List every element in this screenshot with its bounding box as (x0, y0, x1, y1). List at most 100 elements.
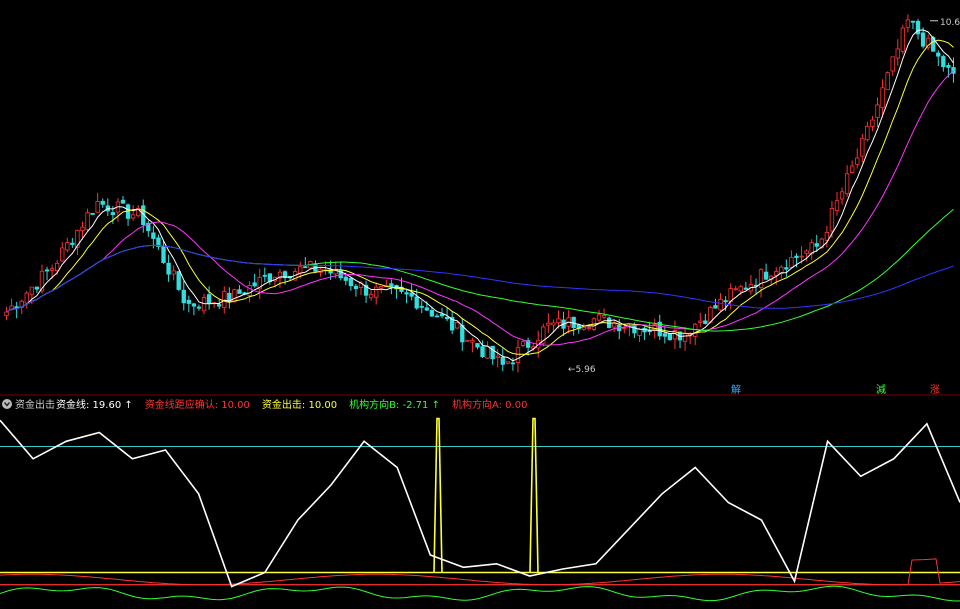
candle-body (475, 343, 480, 348)
candle-body (738, 286, 743, 292)
candle-body (343, 276, 348, 281)
candle-body (490, 345, 495, 360)
candle-body (551, 322, 556, 326)
price-panel[interactable]: 10.68 ←5.96 解 減 涨 (4, 14, 960, 396)
candle-body (54, 262, 60, 271)
candle-body (196, 306, 202, 309)
candle-body (713, 305, 718, 309)
candle-body (455, 322, 460, 329)
ma5-line (6, 29, 954, 362)
candle-body (839, 191, 845, 200)
candle-body (24, 292, 29, 304)
candle-body (890, 56, 895, 72)
candle-body (834, 200, 840, 211)
candle-body (252, 282, 257, 287)
indicator-panel[interactable] (0, 417, 960, 602)
candle-body (632, 324, 637, 334)
candle-body (880, 87, 885, 109)
candle-body (515, 347, 521, 363)
candle-body (379, 286, 384, 289)
candle-body (232, 289, 237, 303)
candle-body (480, 346, 485, 358)
candle-body (176, 271, 181, 290)
candle-body (439, 313, 445, 317)
candle-body (682, 333, 688, 342)
candle-body (941, 56, 946, 68)
candle-body (414, 296, 419, 309)
candle-body (718, 299, 723, 311)
candle-body (920, 32, 926, 47)
stock-chart[interactable]: 10.68 ←5.96 解 減 涨 资金出击 资金线: 19.60 ↑ 资金线距应确认: … (0, 0, 960, 609)
high-price-label: 10.68 (940, 18, 960, 28)
candle-body (743, 287, 749, 290)
candle-body (814, 243, 819, 247)
fund-line (0, 419, 960, 588)
candle-body (895, 48, 900, 59)
inst-b-line (0, 585, 960, 602)
candle-body (120, 199, 126, 204)
candle-body (65, 242, 70, 251)
candle-body (374, 286, 379, 298)
ma10-line (6, 39, 954, 355)
candle-body (556, 318, 561, 324)
signal-label: 減 (876, 383, 886, 396)
candle-body (419, 305, 424, 308)
candle-body (495, 355, 500, 359)
candle-body (758, 269, 764, 288)
candle-body (181, 289, 186, 304)
candle-body (191, 303, 197, 307)
candle-body (936, 52, 941, 57)
candle-body (186, 299, 192, 304)
candle-body (217, 304, 222, 307)
candle-body (637, 328, 642, 336)
candle-body (409, 292, 414, 297)
candle-body (465, 339, 470, 342)
candle-body (855, 157, 860, 165)
indicator-value: 资金出击: 10.00 (262, 398, 337, 411)
indicator-name: 资金出击 (15, 398, 55, 411)
candle-body (70, 242, 75, 245)
candle-body (865, 125, 870, 141)
candle-body (870, 119, 875, 127)
candle-body (460, 325, 465, 343)
signal-label: 解 (731, 383, 741, 396)
candle-body (151, 232, 156, 239)
candle-body (303, 266, 308, 269)
candle-body (774, 271, 779, 276)
signal-label: 涨 (930, 384, 940, 396)
candle-body (130, 214, 136, 219)
candle-body (4, 311, 9, 317)
candle-body (95, 201, 100, 213)
candle-body (444, 317, 450, 320)
candle-body (110, 212, 116, 216)
candle-body (206, 294, 212, 304)
candle-body (429, 309, 435, 317)
candle-body (161, 245, 166, 263)
candle-body (510, 362, 516, 365)
candle-body (404, 292, 409, 295)
candle-body (708, 306, 713, 323)
candle-body (171, 270, 176, 275)
indicator-value: 资金线距应确认: 10.00 (145, 398, 250, 411)
candle-body (662, 333, 668, 337)
candle-body (100, 200, 105, 205)
indicator-bar: 资金出击 资金线: 19.60 ↑ 资金线距应确认: 10.00 资金出击: 10.… (2, 398, 527, 411)
candle-body (703, 320, 708, 324)
candle-body (693, 323, 698, 337)
candle-body (860, 137, 865, 157)
candle-body (799, 255, 804, 258)
candle-body (586, 327, 592, 329)
low-price-label: ←5.96 (568, 365, 596, 375)
candle-body (49, 268, 55, 271)
candle-body (622, 327, 627, 330)
candle-body (946, 65, 951, 68)
collapse-icon[interactable] (2, 399, 12, 409)
candle-body (905, 19, 911, 28)
candle-body (804, 250, 809, 254)
candle-body (789, 257, 794, 268)
candle-body (29, 286, 35, 295)
strike-spike (433, 417, 443, 573)
candle-body (247, 285, 252, 296)
strike-spike (529, 417, 539, 573)
candle-body (434, 315, 440, 318)
